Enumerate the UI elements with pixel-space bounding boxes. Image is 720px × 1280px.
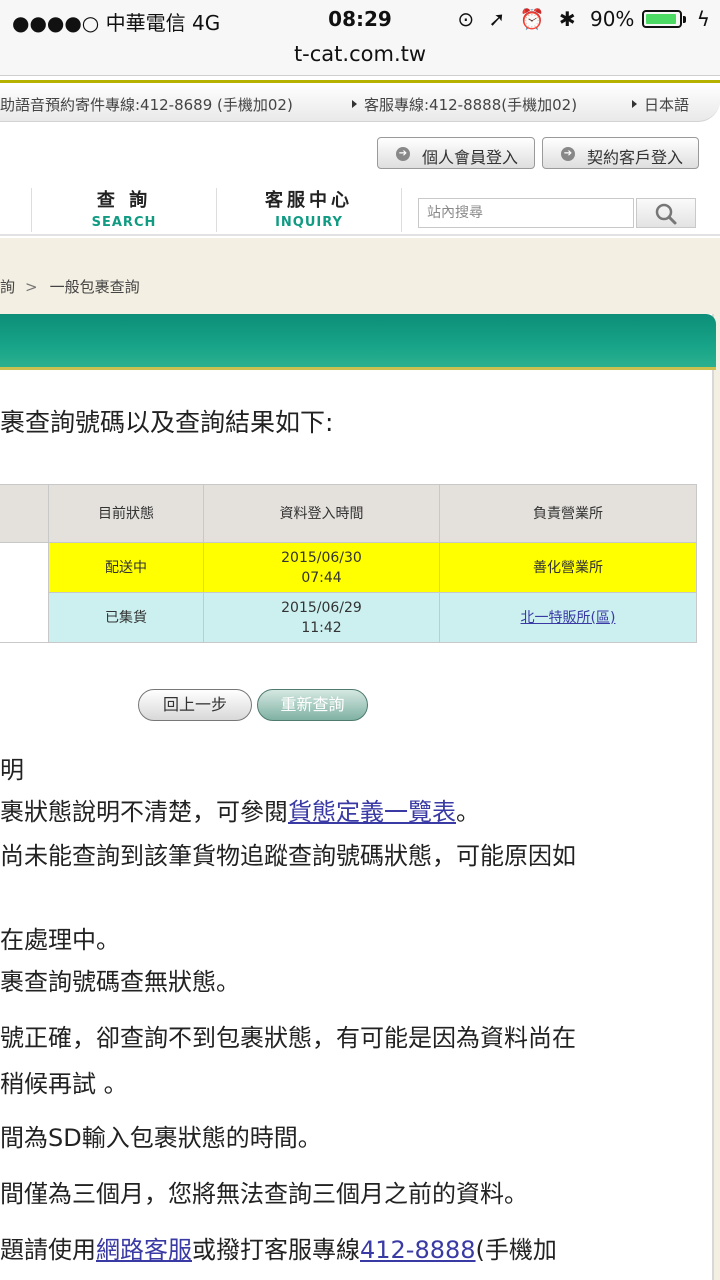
top-info-strip: 助語音預約寄件專線:412-8689 (手機加02) 客服專線:412-8888… (0, 80, 720, 122)
site-search-input[interactable] (418, 198, 634, 228)
row-time: 2015/06/29 11:42 (203, 592, 440, 643)
note-line: 裹查詢號碼查無狀態。 (0, 968, 240, 996)
search-button[interactable] (636, 198, 696, 228)
booking-hotline: 助語音預約寄件專線:412-8689 (手機加02) (0, 96, 293, 114)
online-service-link[interactable]: 網路客服 (96, 1236, 192, 1264)
breadcrumb: 詢 > 一般包裹查詢 (0, 276, 140, 297)
personal-login-button[interactable]: ➔ 個人會員登入 (377, 137, 535, 169)
row-status: 已集貨 (48, 592, 204, 643)
battery-icon (642, 10, 687, 28)
note-line: 間為SD輸入包裹狀態的時間。 (0, 1124, 322, 1152)
business-login-button[interactable]: ➔ 契約客戶登入 (542, 137, 699, 169)
breadcrumb-current: 一般包裹查詢 (49, 278, 140, 296)
nav-inquiry[interactable]: 客服中心 INQUIRY (217, 186, 401, 230)
search-icon (655, 203, 677, 225)
result-heading: 裹查詢號碼以及查詢結果如下: (0, 408, 334, 437)
office-link[interactable]: 北一特販所(區) (521, 610, 616, 626)
row-office: 善化營業所 (439, 542, 697, 593)
arrow-icon (352, 100, 357, 108)
header-time: 資料登入時間 (203, 484, 440, 543)
breadcrumb-parent[interactable]: 詢 (0, 278, 15, 296)
status-icons: ⊙ ➚ ⏰ ✱ 90% ϟ (449, 7, 710, 31)
status-definition-link[interactable]: 貨態定義一覽表 (288, 798, 456, 826)
tracking-result-table: 目前狀態 資料登入時間 負責營業所 配送中 2015/06/30 07:44 善化… (0, 484, 697, 643)
rotation-lock-icon: ⊙ (457, 7, 475, 31)
header-office: 負責營業所 (439, 484, 697, 543)
chevron-right-icon: > (25, 278, 38, 296)
arrow-right-icon: ➔ (561, 147, 575, 161)
note-line: 題請使用網路客服或撥打客服專線412-8888(手機加 (0, 1236, 557, 1264)
url-bar[interactable]: t-cat.com.tw (0, 40, 720, 76)
arrow-icon (632, 100, 637, 108)
row-status: 配送中 (48, 542, 204, 593)
location-icon: ➚ (488, 7, 506, 31)
table-row: 已集貨 2015/06/29 11:42 北一特販所(區) (0, 592, 697, 643)
section-title-bar (0, 314, 716, 370)
retry-search-button[interactable]: 重新查詢 (257, 689, 368, 721)
bluetooth-icon: ✱ (558, 7, 576, 31)
table-header-row: 目前狀態 資料登入時間 負責營業所 (0, 484, 697, 543)
arrow-right-icon: ➔ (396, 147, 410, 161)
language-japanese-link[interactable]: 日本語 (632, 94, 689, 115)
table-row: 配送中 2015/06/30 07:44 善化營業所 (0, 542, 697, 643)
header-status: 目前狀態 (48, 484, 204, 543)
alarm-icon: ⏰ (519, 7, 545, 31)
battery-percent: 90% (589, 7, 635, 31)
note-line: 在處理中。 (0, 926, 120, 954)
charging-icon: ϟ (696, 7, 710, 31)
nav-search[interactable]: 查 詢 SEARCH (32, 186, 216, 230)
row-time: 2015/06/30 07:44 (203, 542, 440, 593)
service-hotline-link[interactable]: 客服專線:412-8888(手機加02) (352, 94, 577, 115)
service-phone-link[interactable]: 412-8888 (360, 1236, 476, 1264)
note-line: 號正確，卻查詢不到包裹狀態，有可能是因為資料尚在 (0, 1024, 576, 1052)
note-line: 尚未能查詢到該筆貨物追蹤查詢號碼狀態，可能原因如 (0, 842, 576, 870)
notes-title: 明 (0, 756, 24, 784)
back-button[interactable]: 回上一步 (138, 689, 252, 721)
note-line: 間僅為三個月，您將無法查詢三個月之前的資料。 (0, 1180, 528, 1208)
note-line: 裹狀態說明不清楚，可參閱貨態定義一覽表。 (0, 798, 480, 826)
status-bar: ●●●●○ 中華電信 4G 08:29 ⊙ ➚ ⏰ ✱ 90% ϟ (0, 0, 720, 40)
row-office: 北一特販所(區) (439, 592, 697, 643)
note-line: 稍候再試 。 (0, 1070, 128, 1098)
